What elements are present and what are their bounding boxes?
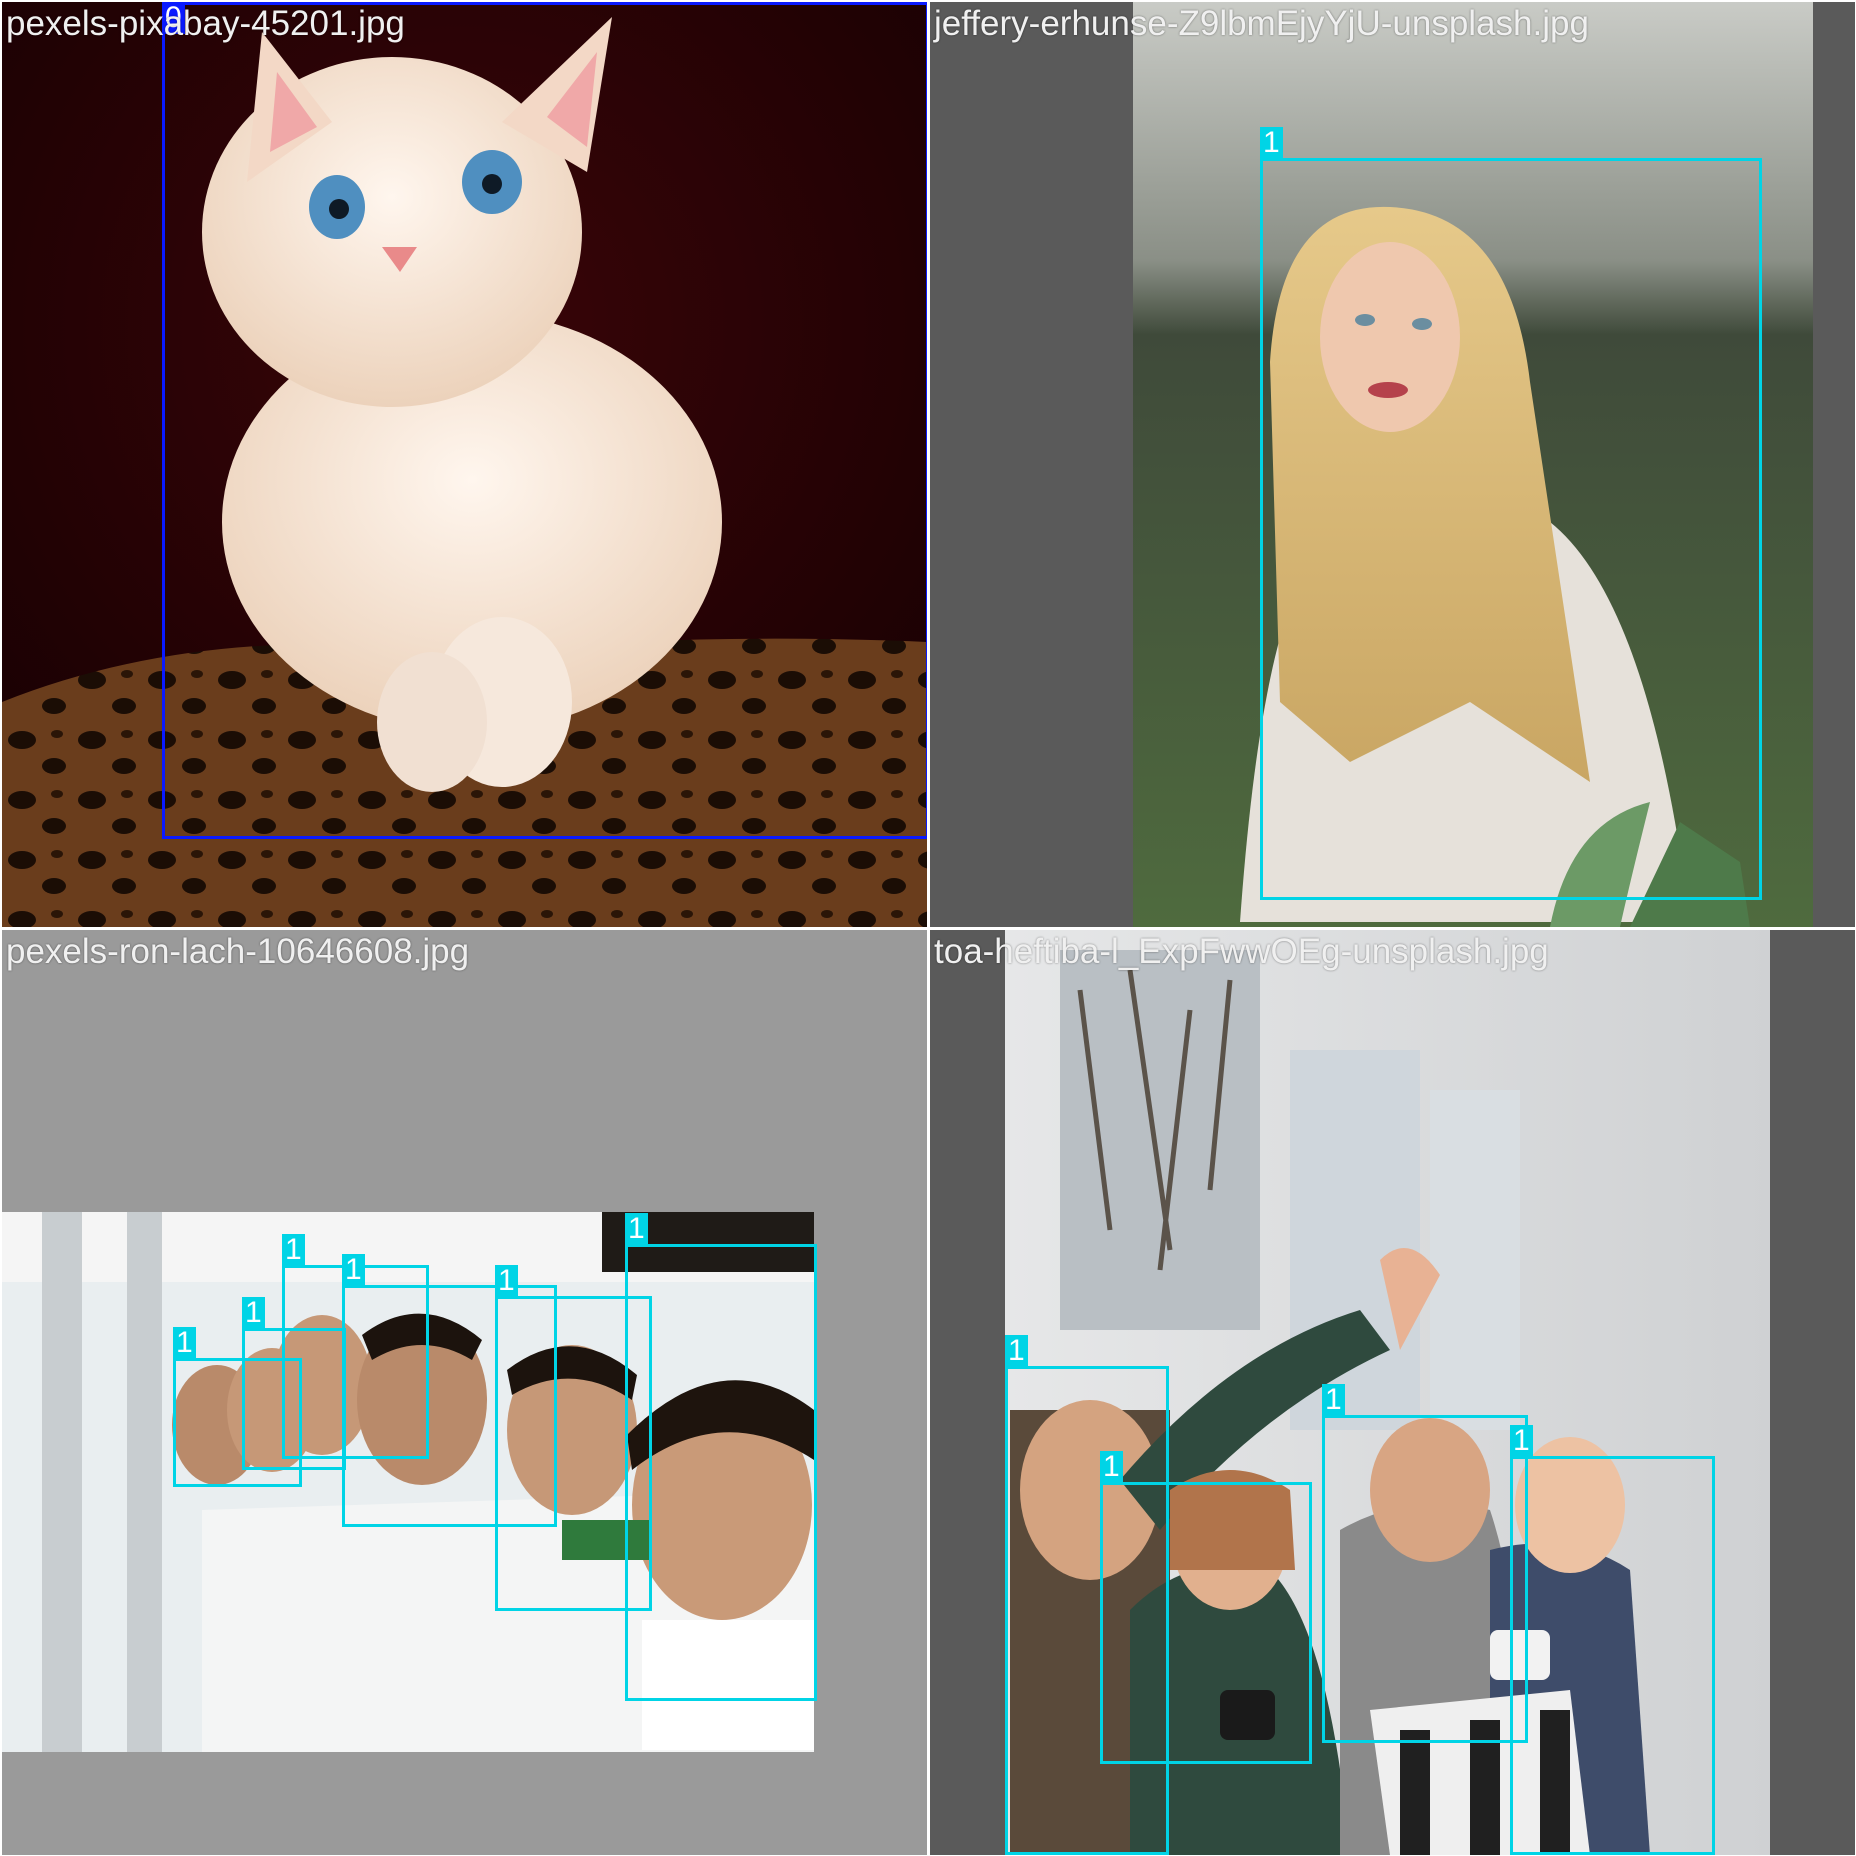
detection-class-label: 1 xyxy=(173,1327,196,1359)
detection-class-label: 1 xyxy=(242,1297,265,1329)
detection-class-label: 1 xyxy=(1100,1451,1123,1483)
image-filename: toa-heftiba-l_ExpFwwOEg-unsplash.jpg xyxy=(934,932,1549,971)
image-filename: pexels-ron-lach-10646608.jpg xyxy=(6,932,470,971)
detection-box-class-0: 0 xyxy=(162,2,927,839)
detection-box-class-1: 1 xyxy=(1260,127,1762,900)
detection-class-label: 1 xyxy=(1322,1384,1345,1416)
detection-class-label: 1 xyxy=(1260,127,1283,159)
detection-class-label: 1 xyxy=(1510,1425,1533,1457)
mosaic-tile-friends: 1 1 1 1 toa-heftiba-l_ExpFwwOEg-unsplash… xyxy=(930,930,1855,1855)
image-filename: pexels-pixabay-45201.jpg xyxy=(6,4,405,43)
detection-class-label: 1 xyxy=(342,1254,365,1286)
detection-box-class-1: 1 xyxy=(625,1213,817,1701)
detection-class-label: 1 xyxy=(495,1265,518,1297)
detection-box-class-1: 1 xyxy=(1510,1425,1715,1855)
detection-box-class-1: 1 xyxy=(1322,1384,1528,1743)
detection-class-label: 1 xyxy=(625,1213,648,1245)
detection-class-label: 1 xyxy=(282,1234,305,1266)
detection-box-class-1: 1 xyxy=(1100,1451,1312,1764)
detection-class-label: 1 xyxy=(1005,1335,1028,1367)
mosaic-tile-children: 1 1 1 1 1 1 pexels-ron-lach-10646608.jpg xyxy=(2,930,927,1855)
mosaic-tile-kitten: 0 pexels-pixabay-45201.jpg xyxy=(2,2,927,927)
mosaic-tile-woman: 1 jeffery-erhunse-Z9lbmEjyYjU-unsplash.j… xyxy=(930,2,1855,927)
image-filename: jeffery-erhunse-Z9lbmEjyYjU-unsplash.jpg xyxy=(934,4,1589,43)
